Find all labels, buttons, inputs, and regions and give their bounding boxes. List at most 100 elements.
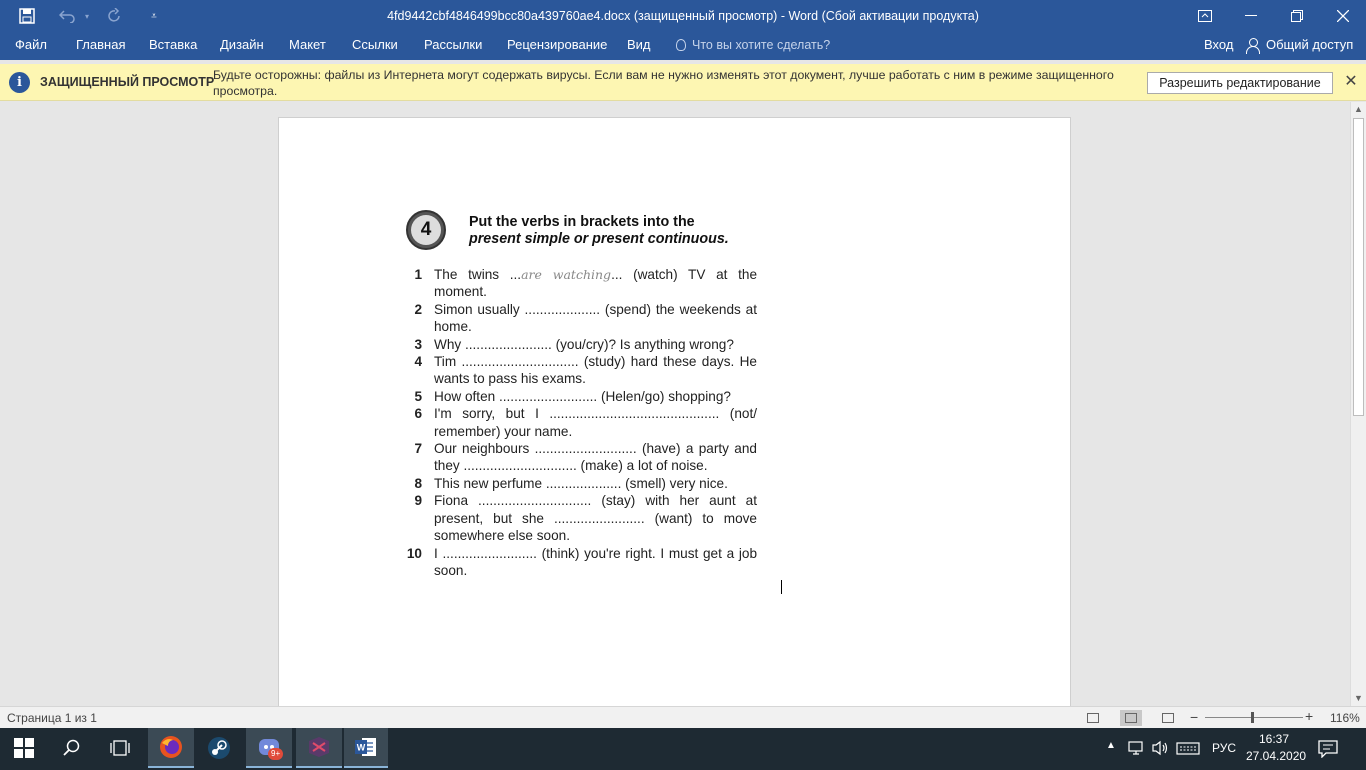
notification-badge: 9+ [268,748,284,760]
redo-icon[interactable] [94,0,134,32]
item-text: How often .......................... (He… [434,388,731,404]
undo-dropdown-icon[interactable]: ▾ [80,0,94,32]
list-item: 3 Why ....................... (you/cry)? … [405,336,757,353]
vertical-scrollbar[interactable]: ▲ ▼ [1350,102,1366,706]
task-view-icon[interactable] [96,728,144,768]
window-title: 4fd9442cbf4846499bcc80a439760ae4.docx (з… [387,9,979,23]
document-page[interactable]: 4 Put the verbs in brackets into the pre… [278,117,1071,706]
info-shield-icon: i [9,72,30,93]
protected-view-title: ЗАЩИЩЕННЫЙ ПРОСМОТР [40,75,215,89]
customize-qat-icon[interactable]: ⩡ [134,0,174,32]
status-bar: Страница 1 из 1 − + 116% [0,706,1366,728]
close-icon[interactable]: ✕ [1343,72,1359,92]
scroll-down-icon[interactable]: ▼ [1351,691,1366,706]
save-icon[interactable] [0,0,54,32]
clock-time: 16:37 [1258,732,1290,746]
item-text: Why ....................... (you/cry)? I… [434,336,734,352]
start-button[interactable] [0,728,48,768]
item-number: 3 [414,336,422,352]
item-number: 4 [414,354,422,370]
page-count[interactable]: Страница 1 из 1 [7,711,97,725]
close-icon[interactable] [1320,0,1366,32]
tell-me-label: Что вы хотите сделать? [692,38,831,52]
item-number: 2 [414,301,422,317]
item-text-before: The twins ... [434,267,522,282]
scrollbar-thumb[interactable] [1353,118,1364,416]
volume-icon[interactable] [1152,740,1170,759]
share-label: Общий доступ [1266,37,1354,52]
search-icon[interactable] [48,728,96,768]
tell-me-search[interactable]: Что вы хотите сделать? [676,32,830,60]
zoom-level[interactable]: 116% [1330,711,1360,725]
clock[interactable]: 16:37 27.04.2020 [1246,731,1306,765]
item-number: 9 [414,493,422,509]
web-layout-icon[interactable] [1157,710,1179,726]
tab-mailings[interactable]: Рассылки [424,32,482,60]
print-layout-icon[interactable] [1120,710,1142,726]
protected-view-message: Будьте осторожны: файлы из Интернета мог… [213,68,1114,98]
firefox-icon[interactable] [148,728,194,768]
notifications-icon[interactable] [1318,740,1338,761]
item-text: I'm sorry, but I .......................… [434,406,757,439]
exercise-number: 4 [411,215,441,245]
quick-access-toolbar: ▾ ⩡ [0,0,174,32]
person-icon [1246,38,1260,54]
app-icon[interactable] [296,728,342,768]
zoom-in-icon[interactable]: + [1305,708,1313,724]
input-language[interactable]: РУС [1212,741,1236,755]
item-number: 5 [414,388,422,404]
protected-view-bar: i ЗАЩИЩЕННЫЙ ПРОСМОТР Будьте осторожны: … [0,64,1366,101]
tab-home[interactable]: Главная [76,32,125,60]
exercise-heading: Put the verbs in brackets into the prese… [469,214,729,248]
network-icon[interactable] [1128,740,1146,759]
windows-icon [14,738,34,758]
steam-icon[interactable] [196,728,242,768]
tab-review[interactable]: Рецензирование [507,32,607,60]
list-item: 6 I'm sorry, but I ......................… [405,405,757,440]
list-item: 9 Fiona .............................. (s… [405,492,757,544]
document-area[interactable]: 4 Put the verbs in brackets into the pre… [0,102,1350,706]
enable-editing-button[interactable]: Разрешить редактирование [1147,72,1333,94]
minimize-icon[interactable] [1228,0,1274,32]
list-item: 5 How often .......................... (H… [405,388,757,405]
word-icon[interactable]: W [344,728,388,768]
show-hidden-icons-icon[interactable]: ▲ [1106,740,1116,751]
text-cursor [781,580,782,594]
undo-icon[interactable] [54,0,80,32]
exercise-items: 1 The twins ...are watching... (watch) T… [405,266,757,579]
tab-references[interactable]: Ссылки [352,32,398,60]
lightbulb-icon [676,39,686,51]
item-number: 8 [414,475,422,491]
ribbon-tabs: Файл Главная Вставка Дизайн Макет Ссылки… [0,32,1366,60]
restore-icon[interactable] [1274,0,1320,32]
discord-icon[interactable]: 9+ [246,728,292,768]
tab-view[interactable]: Вид [627,32,651,60]
zoom-slider-thumb[interactable] [1251,712,1255,723]
taskbar: 9+ W ▲ РУС 16:37 27.04.2020 [0,728,1366,770]
window-controls [1182,0,1366,32]
item-text: Fiona .............................. (st… [434,493,757,544]
list-item: 1 The twins ...are watching... (watch) T… [405,266,757,301]
scroll-up-icon[interactable]: ▲ [1351,102,1366,117]
tab-layout[interactable]: Макет [289,32,326,60]
tab-design[interactable]: Дизайн [220,32,264,60]
read-mode-icon[interactable] [1082,710,1104,726]
title-bar: ▾ ⩡ 4fd9442cbf4846499bcc80a439760ae4.doc… [0,0,1366,32]
handwritten-answer: are watching [521,267,612,282]
list-item: 2 Simon usually .................... (spe… [405,301,757,336]
zoom-out-icon[interactable]: − [1190,709,1198,725]
item-number: 6 [414,406,422,422]
tab-insert[interactable]: Вставка [149,32,197,60]
share-button[interactable]: Общий доступ [1246,32,1353,58]
item-text: This new perfume .................... (s… [434,475,728,491]
item-number: 7 [414,441,422,457]
keyboard-icon[interactable] [1176,740,1200,759]
list-item: 7 Our neighbours ........................… [405,440,757,475]
item-text: I ......................... (think) you'… [434,545,757,578]
list-item: 10 I ......................... (think) yo… [405,545,757,580]
list-item: 8 This new perfume .................... (… [405,475,757,492]
tab-file[interactable]: Файл [15,32,47,60]
ribbon-display-options-icon[interactable] [1182,0,1228,32]
sign-in-link[interactable]: Вход [1204,32,1233,58]
item-number: 1 [414,267,422,282]
